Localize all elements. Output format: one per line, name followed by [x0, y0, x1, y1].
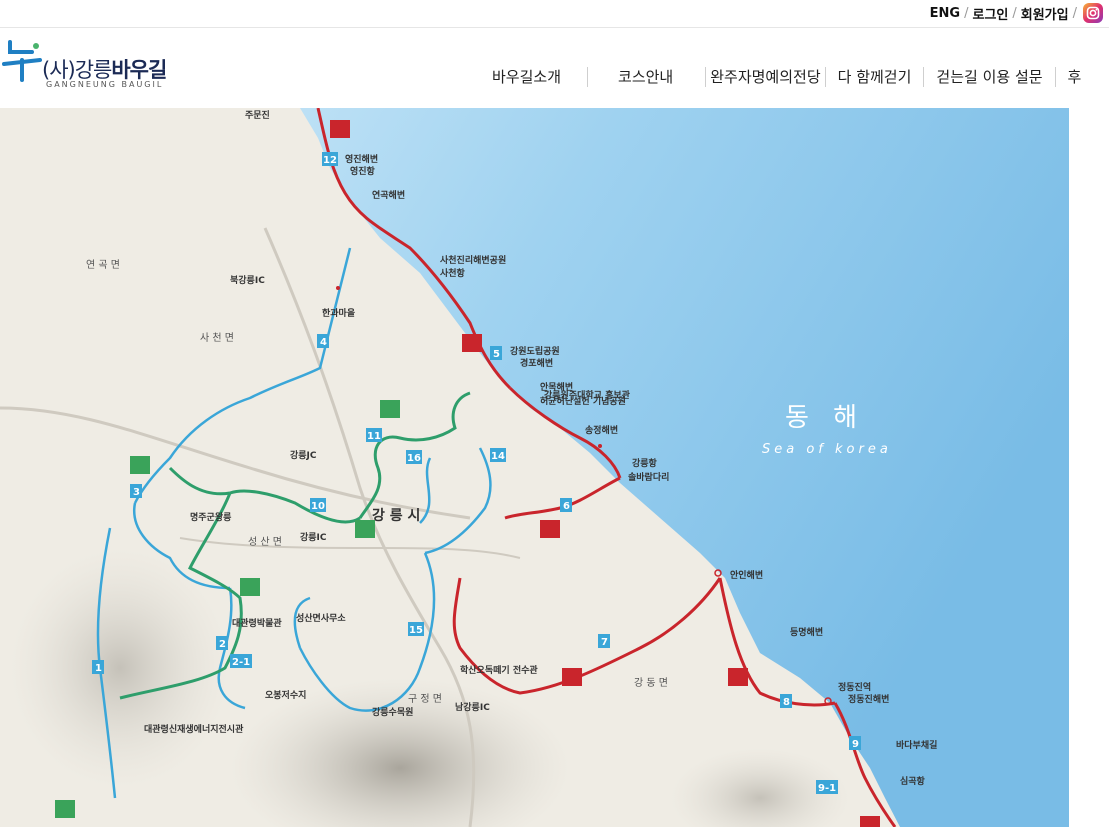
nav-item-more[interactable]: 후 — [1056, 67, 1094, 87]
place-label: 경포해변 — [520, 357, 553, 369]
red-course-sign[interactable] — [540, 520, 560, 538]
course-number: 6 — [563, 501, 570, 512]
red-course-sign[interactable] — [330, 120, 350, 138]
place-label: 북강릉IC — [230, 274, 265, 286]
poi-marker — [598, 444, 602, 448]
district-label: 성 산 면 — [248, 536, 282, 548]
site-logo[interactable]: (사)강릉바우길 GANGNEUNG BAUGIL — [2, 38, 172, 89]
nav-item-walk-together[interactable]: 다 함께걷기 — [826, 67, 925, 87]
red-course-sign[interactable] — [562, 668, 582, 686]
place-label: 강릉항 — [632, 457, 658, 469]
course-number: 11 — [367, 431, 381, 442]
logo-mark-icon — [2, 40, 42, 82]
place-label: 사천진리해변공원 — [440, 254, 506, 266]
poi-marker — [336, 286, 340, 290]
place-label: 바다부채길 — [896, 739, 937, 751]
sea-label-en: Sea of korea — [762, 442, 892, 457]
eng-link[interactable]: ENG — [930, 6, 960, 21]
course-number: 9-1 — [818, 783, 836, 794]
top-utility-bar: ENG / 로그인 / 회원가입 / — [0, 0, 1109, 28]
nav-item-hall-of-fame[interactable]: 완주자명예의전당 — [706, 67, 826, 87]
green-course-sign[interactable] — [130, 456, 150, 474]
city-label: 강 릉 시 — [372, 507, 420, 524]
nav-item-survey[interactable]: 걷는길 이용 설문 — [924, 67, 1056, 87]
district-label: 구 정 면 — [408, 693, 442, 705]
mountain-shade — [10, 548, 230, 788]
place-label: 성산면사무소 — [296, 612, 346, 624]
place-label: 주문진 — [245, 109, 270, 121]
separator: / — [1072, 5, 1077, 21]
course-number: 14 — [491, 451, 505, 462]
course-number: 9 — [852, 739, 859, 750]
logo-prefix: (사)강릉 — [42, 58, 112, 82]
red-course-sign[interactable] — [728, 668, 748, 686]
main-nav: 바우길소개 코스안내 완주자명예의전당 다 함께걷기 걷는길 이용 설문 후 — [478, 66, 1093, 88]
place-label: 안인해변 — [730, 569, 763, 581]
login-link[interactable]: 로그인 — [972, 4, 1008, 23]
place-label: 안목해변 — [540, 381, 573, 393]
place-label: 오봉저수지 — [265, 689, 306, 701]
green-course-sign[interactable] — [55, 800, 75, 818]
place-label: 사천항 — [440, 267, 466, 279]
district-label: 사 천 면 — [200, 332, 234, 344]
district-label: 강 동 면 — [634, 677, 668, 689]
place-label: 정동진역 — [838, 681, 871, 693]
place-label: 심곡항 — [900, 775, 926, 787]
place-label: 강릉IC — [300, 531, 327, 543]
place-label: 영진해변 — [345, 153, 378, 165]
place-label: 강릉JC — [290, 449, 317, 461]
instagram-icon[interactable] — [1083, 3, 1103, 23]
green-course-sign[interactable] — [355, 520, 375, 538]
course-number: 12 — [323, 155, 337, 166]
red-course-sign[interactable] — [462, 334, 482, 352]
course-number: 15 — [409, 625, 423, 636]
course-number: 7 — [601, 637, 608, 648]
course-number: 1 — [95, 663, 102, 674]
place-label: 강릉수목원 — [372, 706, 413, 718]
place-label: 남강릉IC — [455, 701, 490, 713]
green-course-sign[interactable] — [240, 578, 260, 596]
course-number: 4 — [320, 337, 327, 348]
course-number: 5 — [493, 349, 500, 360]
place-label: 영진항 — [350, 165, 376, 177]
nav-item-intro[interactable]: 바우길소개 — [478, 67, 589, 87]
course-number: 10 — [311, 501, 325, 512]
place-label: 등명해변 — [790, 626, 823, 638]
logo-subtitle: GANGNEUNG BAUGIL — [46, 80, 164, 89]
course-map[interactable]: 동 해 Sea of korea 강 릉 시 연 곡 면 사 천 면 성 산 면… — [0, 108, 1069, 827]
course-number: 16 — [407, 453, 421, 464]
place-label: 학산오독떼기 전수관 — [460, 664, 538, 676]
course-number: 2-1 — [232, 657, 250, 668]
place-label: 연곡해변 — [372, 189, 405, 201]
site-header: (사)강릉바우길 GANGNEUNG BAUGIL 바우길소개 코스안내 완주자… — [0, 28, 1109, 108]
course-number: 3 — [133, 487, 140, 498]
place-label: 대관령신재생에너지전시관 — [144, 723, 244, 735]
green-course-sign[interactable] — [380, 400, 400, 418]
place-label: 강원도립공원 — [510, 345, 560, 357]
separator: / — [964, 5, 969, 21]
place-label: 대관령박물관 — [232, 617, 282, 629]
sea-label-ko: 동 해 — [785, 403, 865, 433]
place-label: 명주군왕릉 — [190, 511, 231, 523]
signup-link[interactable]: 회원가입 — [1021, 4, 1069, 23]
separator: / — [1012, 5, 1017, 21]
course-number: 2 — [219, 639, 226, 650]
place-label: 한과마을 — [322, 307, 355, 319]
logo-bold: 바우길 — [111, 58, 167, 82]
district-label: 연 곡 면 — [86, 259, 120, 271]
red-course-sign[interactable] — [860, 816, 880, 827]
place-label: 솔바람다리 — [628, 471, 669, 483]
page-gutter — [1069, 108, 1109, 827]
utility-links: ENG / 로그인 / 회원가입 / — [930, 2, 1103, 24]
place-label: 송정해변 — [585, 424, 618, 436]
course-number: 8 — [783, 697, 790, 708]
place-label: 정동진해변 — [848, 693, 889, 705]
nav-item-courses[interactable]: 코스안내 — [588, 67, 707, 87]
